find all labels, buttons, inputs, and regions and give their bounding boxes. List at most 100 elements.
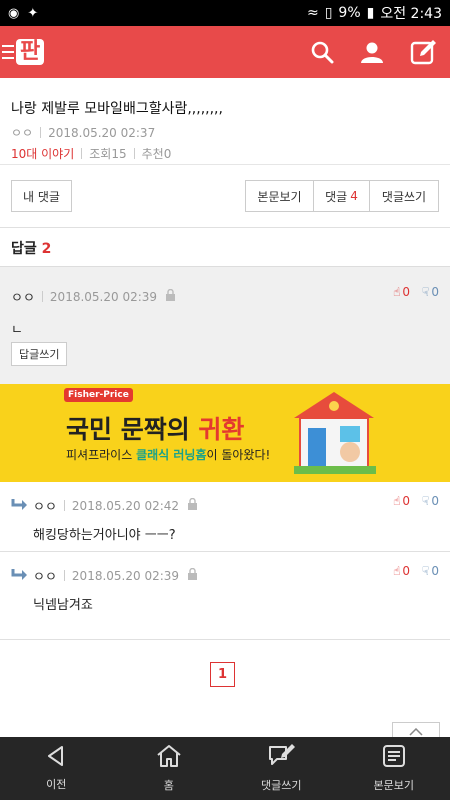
upvote-count: 0: [402, 285, 411, 299]
status-bar: ◉ ✦ ≈ ▯ 9% ▮ 오전 2:43: [0, 0, 450, 26]
upvote-button[interactable]: ☝ 0: [393, 564, 410, 578]
comment-meta: ㅇㅇ 2018.05.20 02:39: [33, 566, 198, 585]
nav-back-label: 이전: [46, 778, 67, 791]
downvote-count: 0: [431, 285, 439, 299]
comments-label: 댓글: [325, 189, 348, 204]
nav-view-post-label: 본문보기: [373, 779, 414, 792]
lock-icon: [165, 288, 176, 304]
divider: [81, 148, 83, 159]
comments-count: 4: [350, 189, 358, 203]
divider: [41, 291, 43, 302]
clock: 오전 2:43: [380, 6, 442, 22]
ad-headline: 국민 문짝의 귀환: [66, 410, 244, 446]
main-comment: ㅇㅇ 2018.05.20 02:39 ☝ 0 ☟ 0 ㄴ 답글쓰기: [0, 266, 450, 384]
thumbs-down-icon: ☟: [422, 285, 430, 299]
home-icon: [156, 744, 182, 771]
user-icon[interactable]: [360, 40, 384, 64]
ad-sub-suffix: 이 돌아왔다!: [206, 448, 271, 462]
downvote-button[interactable]: ☟ 0: [422, 494, 439, 508]
upvote-count: 0: [402, 564, 411, 578]
top-bar: 판: [0, 26, 450, 78]
downvote-button[interactable]: ☟ 0: [422, 564, 439, 578]
comment-date: 2018.05.20 02:39: [49, 289, 158, 304]
bottom-navigation: 이전 홈 댓글쓰기 본문보기: [0, 737, 450, 800]
divider: [40, 127, 42, 138]
app-logo[interactable]: 판: [16, 39, 45, 65]
view-post-button[interactable]: 본문보기: [245, 180, 314, 212]
nav-home-label: 홈: [163, 779, 174, 792]
comment-author: ㅇㅇ: [11, 291, 35, 306]
search-icon[interactable]: [310, 40, 334, 64]
comment-votes: ☝ 0 ☟ 0: [393, 564, 439, 578]
ad-sub-highlight: 클래식 러닝홈: [136, 448, 207, 462]
logo-menu[interactable]: 판: [0, 39, 45, 65]
battery-icon: ▮: [366, 5, 375, 21]
scroll-to-top-button[interactable]: [392, 722, 440, 738]
thumbs-down-icon: ☟: [422, 564, 430, 578]
nav-back[interactable]: 이전: [0, 737, 113, 800]
divider: [63, 500, 65, 511]
reply-count-heading: 답글 2: [0, 228, 450, 266]
comment-text: 해킹당하는거아니야 ㅡㅡ?: [33, 528, 176, 543]
thumbs-up-icon: ☝: [393, 285, 401, 299]
reply-arrow-icon: [11, 496, 28, 515]
back-icon: [45, 745, 67, 770]
menu-icon[interactable]: [2, 45, 14, 59]
article-icon: [382, 744, 406, 771]
comment-date: 2018.05.20 02:39: [71, 568, 180, 583]
downvote-count: 0: [431, 564, 439, 578]
signal-icon: ▯: [324, 5, 333, 21]
post-author: ㅇㅇ: [11, 126, 34, 140]
post-date: 2018.05.20 02:37: [48, 125, 156, 140]
sub-comment-1: ㅇㅇ 2018.05.20 02:42 ☝ 0 ☟ 0 해킹당하는거아니야 ㅡㅡ…: [0, 482, 450, 552]
reply-label: 답글: [11, 241, 37, 257]
downvote-button[interactable]: ☟ 0: [422, 285, 439, 299]
thumbs-down-icon: ☟: [422, 494, 430, 508]
wifi-icon: ≈: [306, 5, 319, 21]
battery-level: 9%: [338, 5, 361, 21]
comment-text: ㄴ: [11, 323, 23, 338]
comment-date: 2018.05.20 02:42: [71, 498, 180, 513]
main-content: 나랑 제발루 모바일배그할사람,,,,,,,, ㅇㅇ 2018.05.20 02…: [0, 78, 450, 640]
upvote-count: 0: [402, 494, 411, 508]
write-comment-button[interactable]: 댓글쓰기: [369, 180, 439, 212]
post-meta: ㅇㅇ 2018.05.20 02:37: [11, 124, 439, 141]
post-category[interactable]: 10대 이야기: [11, 145, 74, 162]
post-stats: 10대 이야기 조회15 추천0: [11, 145, 439, 162]
comments-button[interactable]: 댓글 4: [313, 180, 370, 212]
post-recommend: 추천0: [141, 147, 172, 161]
comment-toolbar: 내 댓글 본문보기 댓글 4 댓글쓰기: [0, 164, 450, 228]
ad-headline-prefix: 국민 문짝의: [66, 415, 199, 444]
nav-write-comment-label: 댓글쓰기: [261, 779, 302, 792]
advertisement-banner[interactable]: Fisher-Price 국민 문짝의 귀환 피셔프라이스 클래식 러닝홈이 돌…: [0, 384, 450, 482]
reply-arrow-icon: [11, 566, 28, 585]
nav-view-post[interactable]: 본문보기: [338, 737, 450, 800]
my-comments-button[interactable]: 내 댓글: [11, 180, 72, 212]
upvote-button[interactable]: ☝ 0: [393, 494, 410, 508]
clean-icon: ✦: [27, 5, 39, 21]
write-icon[interactable]: [410, 38, 438, 66]
post-title[interactable]: 나랑 제발루 모바일배그할사람,,,,,,,,: [11, 98, 439, 118]
notification-icon: ◉: [8, 5, 20, 21]
upvote-button[interactable]: ☝ 0: [393, 285, 410, 299]
post-views: 조회15: [89, 147, 127, 161]
thumbs-up-icon: ☝: [393, 494, 401, 508]
nav-home[interactable]: 홈: [113, 737, 226, 800]
divider: [63, 570, 65, 581]
downvote-count: 0: [431, 494, 439, 508]
reply-count: 2: [41, 241, 52, 257]
write-comment-icon: [267, 744, 296, 771]
comment-author: ㅇㅇ: [33, 570, 57, 585]
reply-button[interactable]: 답글쓰기: [11, 342, 68, 366]
comment-text: 닉넴남겨죠: [33, 598, 93, 613]
nav-write-comment[interactable]: 댓글쓰기: [225, 737, 338, 800]
sub-comment-2: ㅇㅇ 2018.05.20 02:39 ☝ 0 ☟ 0 닉넴남겨죠: [0, 552, 450, 640]
comment-votes: ☝ 0 ☟ 0: [393, 285, 439, 299]
post-header: 나랑 제발루 모바일배그할사람,,,,,,,, ㅇㅇ 2018.05.20 02…: [0, 78, 450, 164]
comment-meta: ㅇㅇ 2018.05.20 02:39: [11, 287, 176, 306]
lock-icon: [187, 497, 198, 513]
page-button-current[interactable]: 1: [210, 662, 235, 687]
comment-votes: ☝ 0 ☟ 0: [393, 494, 439, 508]
lock-icon: [187, 567, 198, 583]
thumbs-up-icon: ☝: [393, 564, 401, 578]
